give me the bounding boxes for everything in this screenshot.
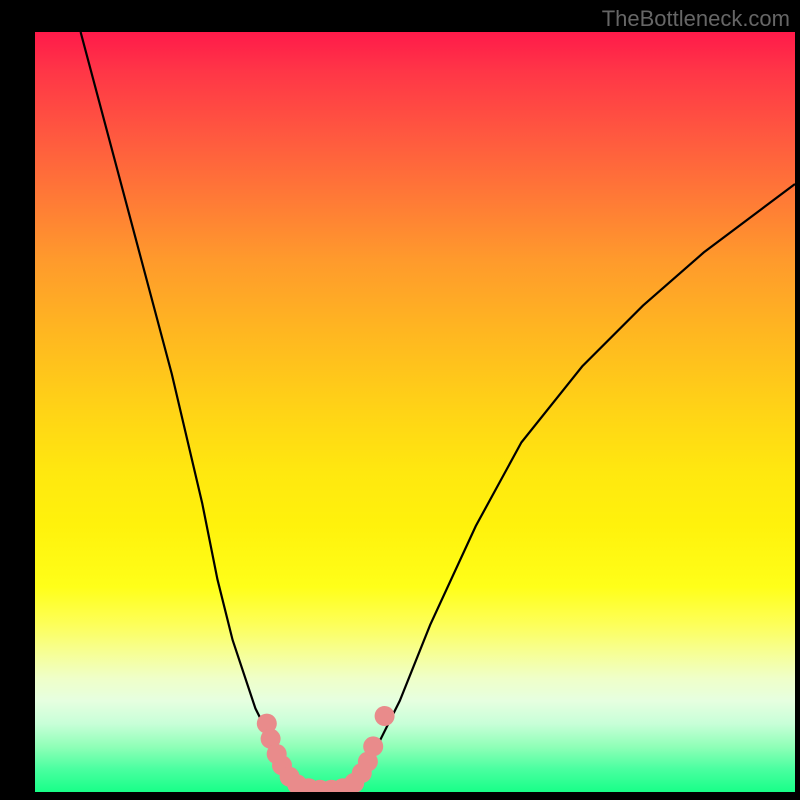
data-marker [375, 706, 395, 726]
curve-overlay [35, 32, 795, 792]
left-curve-line [81, 32, 309, 792]
chart-container: TheBottleneck.com [0, 0, 800, 800]
plot-area [35, 32, 795, 792]
watermark-text: TheBottleneck.com [602, 6, 790, 32]
data-markers [257, 706, 395, 792]
right-curve-line [339, 184, 795, 792]
data-marker [363, 736, 383, 756]
